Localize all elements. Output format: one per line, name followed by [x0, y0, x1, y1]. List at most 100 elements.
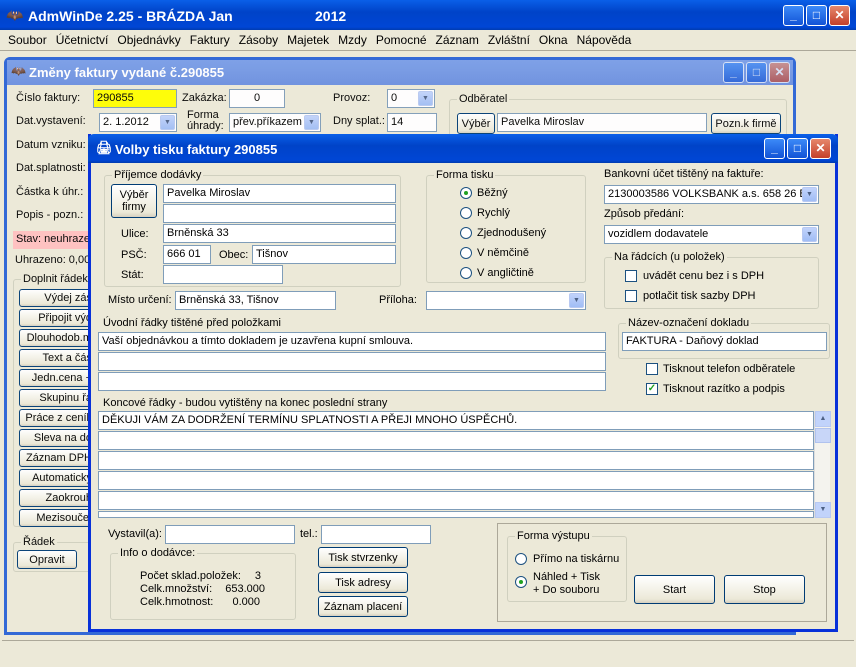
- razitko-checkbox[interactable]: ✓: [646, 383, 658, 395]
- info-key: Celk.hmotnost:: [140, 596, 214, 608]
- priloha-select[interactable]: ▼: [426, 291, 586, 310]
- misto-field[interactable]: Brněnská 33, Tišnov: [175, 291, 336, 310]
- forma-nemcina-radio[interactable]: [460, 247, 472, 259]
- koncove-label: Koncové řádky - budou vytištěny na konec…: [103, 397, 388, 409]
- invoice-close-button[interactable]: ✕: [769, 62, 790, 83]
- side-button[interactable]: Záznam DPH: [19, 449, 93, 467]
- side-button[interactable]: Mezisoučet: [19, 509, 93, 527]
- nazev-field[interactable]: FAKTURA - Daňový doklad: [622, 332, 827, 351]
- datvyst-select[interactable]: 2. 1.2012 ▼: [99, 113, 177, 132]
- odberatel-field[interactable]: Pavelka Miroslav: [497, 113, 707, 132]
- invoice-number-field[interactable]: 290855: [93, 89, 177, 108]
- tisk-stvrzenky-button[interactable]: Tisk stvrzenky: [318, 547, 408, 568]
- poznamka-firme-button[interactable]: Pozn.k firmě: [711, 113, 781, 134]
- menu-objednavky[interactable]: Objednávky: [117, 33, 180, 47]
- invoice-icon: 🦇: [11, 64, 26, 78]
- menu-faktury[interactable]: Faktury: [190, 33, 230, 47]
- stat-field[interactable]: [163, 265, 283, 284]
- menu-mzdy[interactable]: Mzdy: [338, 33, 367, 47]
- side-button[interactable]: Text a čás: [19, 349, 93, 367]
- app-year: 2012: [315, 8, 347, 24]
- koncove-line-1[interactable]: DĚKUJI VÁM ZA DODRŽENÍ TERMÍNU SPLATNOST…: [98, 411, 814, 430]
- uvodni-line-1[interactable]: Vaší objednávkou a tímto dokladem je uza…: [98, 332, 606, 351]
- opravit-button[interactable]: Opravit: [17, 550, 77, 569]
- zaznam-placeni-button[interactable]: Záznam placení: [318, 596, 408, 617]
- print-close-button[interactable]: ✕: [810, 138, 831, 159]
- uvodni-line-3[interactable]: [98, 372, 606, 391]
- info-label: Info o dodávce:: [118, 547, 198, 559]
- scroll-thumb[interactable]: [815, 428, 831, 443]
- predani-select[interactable]: vozidlem dodavatele ▼: [604, 225, 819, 244]
- koncove-line-2[interactable]: [98, 431, 814, 450]
- scroll-up-icon[interactable]: ▲: [815, 411, 831, 427]
- invoice-titlebar: 🦇 Změny faktury vydané č.290855 _ □ ✕: [7, 60, 793, 85]
- side-button[interactable]: Sleva na do: [19, 429, 93, 447]
- maximize-button[interactable]: □: [806, 5, 827, 26]
- forma-rychly-radio[interactable]: [460, 207, 472, 219]
- recipient-name1-field[interactable]: Pavelka Miroslav: [163, 184, 396, 203]
- side-button[interactable]: Zaokrouh: [19, 489, 93, 507]
- menu-zasoby[interactable]: Zásoby: [239, 33, 278, 47]
- koncove-line-5[interactable]: [98, 491, 814, 510]
- obec-field[interactable]: Tišnov: [252, 245, 396, 264]
- forma-uhrady-value: přev.příkazem: [233, 116, 302, 128]
- menu-ucetnictvi[interactable]: Účetnictví: [56, 33, 109, 47]
- datvyst-value: 2. 1.2012: [103, 116, 149, 128]
- chevron-down-icon: ▼: [802, 227, 817, 242]
- menu-soubor[interactable]: Soubor: [8, 33, 47, 47]
- forma-anglictina-radio[interactable]: [460, 267, 472, 279]
- tel-field[interactable]: [321, 525, 431, 544]
- side-button[interactable]: Připojit výd: [19, 309, 93, 327]
- psc-field[interactable]: 666 01: [163, 245, 211, 264]
- invoice-maximize-button[interactable]: □: [746, 62, 767, 83]
- side-button[interactable]: Skupinu řá: [19, 389, 93, 407]
- invoice-minimize-button[interactable]: _: [723, 62, 744, 83]
- nahled-radio[interactable]: [515, 576, 527, 588]
- menu-pomocne[interactable]: Pomocné: [376, 33, 427, 47]
- banka-select[interactable]: 2130003586 VOLKSBANK a.s. 658 26 B ▼: [604, 185, 819, 204]
- prime-radio[interactable]: [515, 553, 527, 565]
- menu-zvlastni[interactable]: Zvláštní: [488, 33, 530, 47]
- stop-button[interactable]: Stop: [724, 575, 805, 604]
- koncove-line-4[interactable]: [98, 471, 814, 490]
- sazba-checkbox[interactable]: [625, 290, 637, 302]
- side-button[interactable]: Jedn.cena +: [19, 369, 93, 387]
- predani-value: vozidlem dodavatele: [608, 228, 709, 240]
- side-button[interactable]: Práce z ceník: [19, 409, 93, 427]
- telefon-checkbox[interactable]: [646, 363, 658, 375]
- side-button[interactable]: Výdej zás: [19, 289, 93, 307]
- odberatel-vyber-button[interactable]: Výběr: [457, 113, 495, 134]
- tisk-adresy-button[interactable]: Tisk adresy: [318, 572, 408, 593]
- koncove-line-3[interactable]: [98, 451, 814, 470]
- print-minimize-button[interactable]: _: [764, 138, 785, 159]
- print-maximize-button[interactable]: □: [787, 138, 808, 159]
- uvodni-line-2[interactable]: [98, 352, 606, 371]
- forma-uhrady-select[interactable]: přev.příkazem ▼: [229, 113, 321, 132]
- menu-napoveda[interactable]: Nápověda: [577, 33, 632, 47]
- start-button[interactable]: Start: [634, 575, 715, 604]
- provoz-select[interactable]: 0 ▼: [387, 89, 435, 108]
- zakazka-field[interactable]: 0: [229, 89, 285, 108]
- scroll-down-icon[interactable]: ▼: [815, 502, 831, 518]
- menu-zaznam[interactable]: Záznam: [436, 33, 479, 47]
- forma-zjednoduseny-radio[interactable]: [460, 227, 472, 239]
- chevron-down-icon: ▼: [304, 115, 319, 130]
- cena-checkbox[interactable]: [625, 270, 637, 282]
- vyber-firmy-button[interactable]: Výběr firmy: [111, 184, 157, 218]
- koncove-scrollbar[interactable]: ▲ ▼: [814, 411, 831, 518]
- side-button[interactable]: Dlouhodob.m: [19, 329, 93, 347]
- minimize-button[interactable]: _: [783, 5, 804, 26]
- app-titlebar: 🦇 AdmWinDe 2.25 - BRÁZDA Jan 2012 _ □ ✕: [0, 0, 856, 30]
- ulice-field[interactable]: Brněnská 33: [163, 224, 396, 243]
- menu-majetek[interactable]: Majetek: [287, 33, 329, 47]
- forma-rychly-label: Rychlý: [477, 207, 511, 219]
- forma-bezny-radio[interactable]: [460, 187, 472, 199]
- koncove-line-6[interactable]: [98, 511, 814, 518]
- recipient-name2-field[interactable]: [163, 204, 396, 223]
- status-bar: [2, 640, 854, 664]
- vystavil-field[interactable]: [165, 525, 295, 544]
- menu-okna[interactable]: Okna: [539, 33, 568, 47]
- side-button[interactable]: Automatický: [19, 469, 93, 487]
- splat-field[interactable]: 14: [387, 113, 437, 132]
- close-button[interactable]: ✕: [829, 5, 850, 26]
